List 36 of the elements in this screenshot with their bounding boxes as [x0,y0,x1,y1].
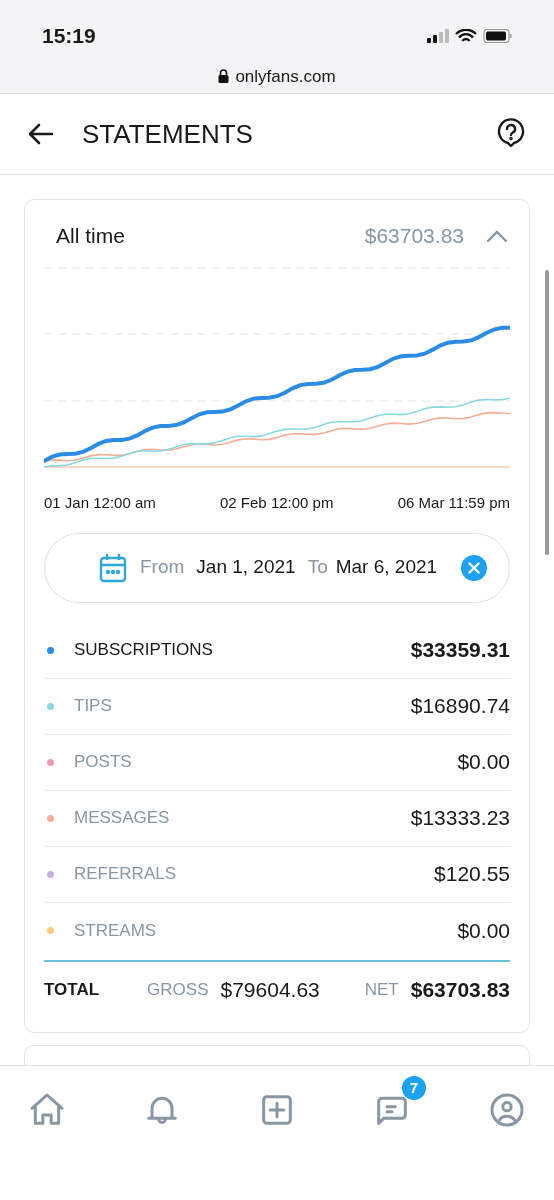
category-amount: $33359.31 [410,637,510,664]
net-label: NET [364,978,399,1001]
category-amount: $120.55 [434,861,510,888]
category-row[interactable]: SUBSCRIPTIONS $33359.31 [44,622,510,679]
axis-label: 06 Mar 11:59 pm [397,493,510,513]
category-row[interactable]: MESSAGES $13333.23 [44,790,510,847]
category-amount: $0.00 [457,917,510,944]
category-name: POSTS [74,751,132,774]
category-name: REFERRALS [74,863,177,886]
category-row[interactable]: STREAMS $0.00 [44,902,510,959]
gross-label: GROSS [147,978,209,1001]
category-row[interactable]: TIPS $16890.74 [44,678,510,735]
unread-badge: 7 [402,1076,426,1100]
category-amount: $16890.74 [410,693,510,720]
period-amount: $63703.83 [364,223,464,250]
status-time: 15:19 [42,23,96,49]
from-date: Jan 1, 2021 [196,555,296,580]
to-date: Mar 6, 2021 [335,555,438,580]
category-name: STREAMS [74,919,157,942]
category-name: TIPS [74,695,112,718]
category-amount: $13333.23 [410,805,510,832]
net-amount: $63703.83 [410,976,510,1003]
category-name: MESSAGES [74,807,170,830]
category-row[interactable]: POSTS $0.00 [44,734,510,791]
category-amount: $0.00 [457,749,510,776]
category-row[interactable]: REFERRALS $120.55 [44,846,510,903]
period-label: All time [56,223,125,250]
to-label: To [307,555,328,580]
category-name: SUBSCRIPTIONS [74,639,213,662]
from-label: From [140,555,185,580]
page-url[interactable]: onlyfans.com [235,63,336,89]
axis-label: 02 Feb 12:00 pm [220,493,334,513]
page-title: STATEMENTS [82,117,253,151]
total-label: TOTAL [44,978,100,1001]
axis-label: 01 Jan 12:00 am [44,493,156,513]
gross-amount: $79604.63 [220,976,320,1003]
